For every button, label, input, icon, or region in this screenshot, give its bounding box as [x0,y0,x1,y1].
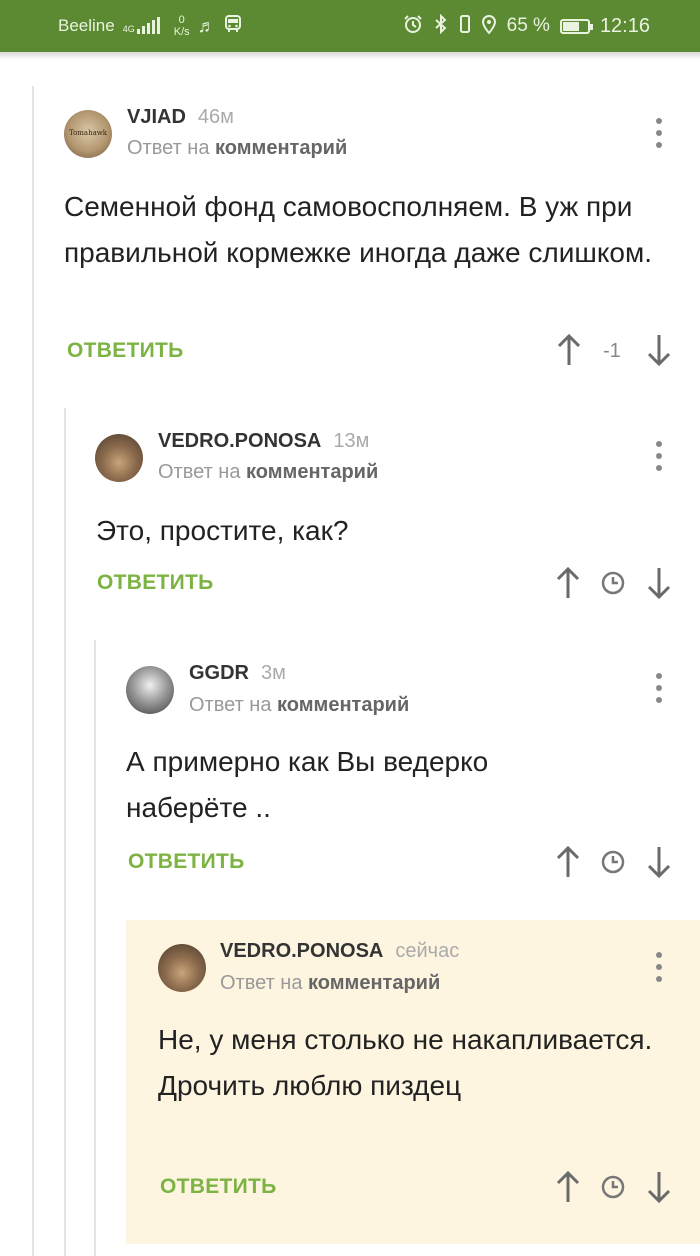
avatar[interactable] [95,434,143,482]
more-menu-icon[interactable] [654,952,664,982]
reply-button[interactable]: ОТВЕТИТЬ [128,850,245,874]
clock-icon [601,1175,625,1199]
avatar-label: Tomahawk [68,129,108,137]
comment-text: А примерно как Вы ведерко наберёте .. [126,746,489,823]
network-type: 4G [122,24,135,34]
battery-percent: 65 % [506,15,550,36]
reply-to: Ответ на комментарий [127,137,347,160]
comment-time: 13м [333,430,370,452]
comment-time: 3м [261,662,286,684]
reply-to-prefix: Ответ на [189,694,272,716]
more-menu-icon[interactable] [654,118,664,148]
avatar[interactable] [158,944,206,992]
arrow-up-icon [556,1170,580,1202]
comment: VEDRO.PONOSA 13м Ответ на комментарий Это… [66,408,700,632]
reply-to: Ответ на комментарий [220,972,440,995]
bluetooth-icon [433,13,449,39]
reply-to-link[interactable]: комментарий [277,694,409,716]
author-name[interactable]: VEDRO.PONOSA [220,940,383,962]
reply-to-link[interactable]: комментарий [215,137,347,159]
author-name[interactable]: GGDR [189,662,249,684]
reply-to-link[interactable]: комментарий [246,461,378,483]
more-menu-icon[interactable] [654,441,664,471]
music-icon: ♬ [197,16,216,36]
vibrate-icon [459,14,471,39]
upvote-button[interactable] [555,566,581,606]
reply-to-prefix: Ответ на [220,972,303,994]
arrow-up-icon [556,566,580,598]
clock-icon [601,850,625,874]
arrow-down-icon [647,568,671,600]
downvote-button[interactable] [646,1170,672,1210]
reply-to-prefix: Ответ на [158,461,241,483]
comment: GGDR 3м Ответ на комментарий А примерно к… [96,640,700,908]
upvote-button[interactable] [555,845,581,885]
comment-author[interactable]: VJIAD 46м [127,106,234,129]
comment-time: 46м [197,106,234,128]
comment-author[interactable]: GGDR 3м [189,662,286,685]
comment-score: -1 [603,340,621,362]
battery-icon [559,18,593,34]
downvote-button[interactable] [646,566,672,606]
downvote-button[interactable] [646,333,672,373]
arrow-down-icon [647,335,671,367]
status-shadow [0,52,700,60]
comment: Tomahawk VJIAD 46м Ответ на комментарий С… [34,86,700,386]
clock-time: 12:16 [599,14,650,37]
status-bar: Beeline 4G 0 K/s ♬ 65 % 12:16 [0,0,700,52]
reply-to-link[interactable]: комментарий [308,972,440,994]
network-speed: 0 K/s [174,14,190,38]
comment-author[interactable]: VEDRO.PONOSA сейчас [220,940,459,963]
reply-to: Ответ на комментарий [158,461,378,484]
signal-icon: 4G [122,17,160,34]
reply-to: Ответ на комментарий [189,694,409,717]
comment-text: Это, простите, как? [96,515,349,546]
author-name[interactable]: VEDRO.PONOSA [158,430,321,452]
comment-highlighted: VEDRO.PONOSA сейчас Ответ на комментарий … [126,920,700,1244]
author-name[interactable]: VJIAD [127,106,186,128]
avatar[interactable]: Tomahawk [64,110,112,158]
carrier-name: Beeline [58,16,115,35]
reply-to-prefix: Ответ на [127,137,210,159]
avatar[interactable] [126,666,174,714]
comment-time: сейчас [395,940,460,962]
comment-author[interactable]: VEDRO.PONOSA 13м [158,430,369,453]
alarm-icon [403,14,423,39]
speed-unit: K/s [173,26,190,38]
arrow-up-icon [557,333,581,365]
comment-text: Не, у меня столько не накапливается. Дро… [158,1024,653,1101]
more-menu-icon[interactable] [654,673,664,703]
clock-icon [601,571,625,595]
reply-button[interactable]: ОТВЕТИТЬ [160,1175,277,1199]
location-icon [481,14,497,39]
bus-icon [224,14,242,38]
reply-button[interactable]: ОТВЕТИТЬ [67,339,184,363]
comment-text: Семенной фонд самовосполняем. В уж при п… [64,191,652,268]
speed-value: 0 [178,14,185,26]
arrow-down-icon [647,1172,671,1204]
reply-button[interactable]: ОТВЕТИТЬ [97,571,214,595]
upvote-button[interactable] [555,1170,581,1210]
upvote-button[interactable] [556,333,582,373]
arrow-down-icon [647,847,671,879]
downvote-button[interactable] [646,845,672,885]
arrow-up-icon [556,845,580,877]
